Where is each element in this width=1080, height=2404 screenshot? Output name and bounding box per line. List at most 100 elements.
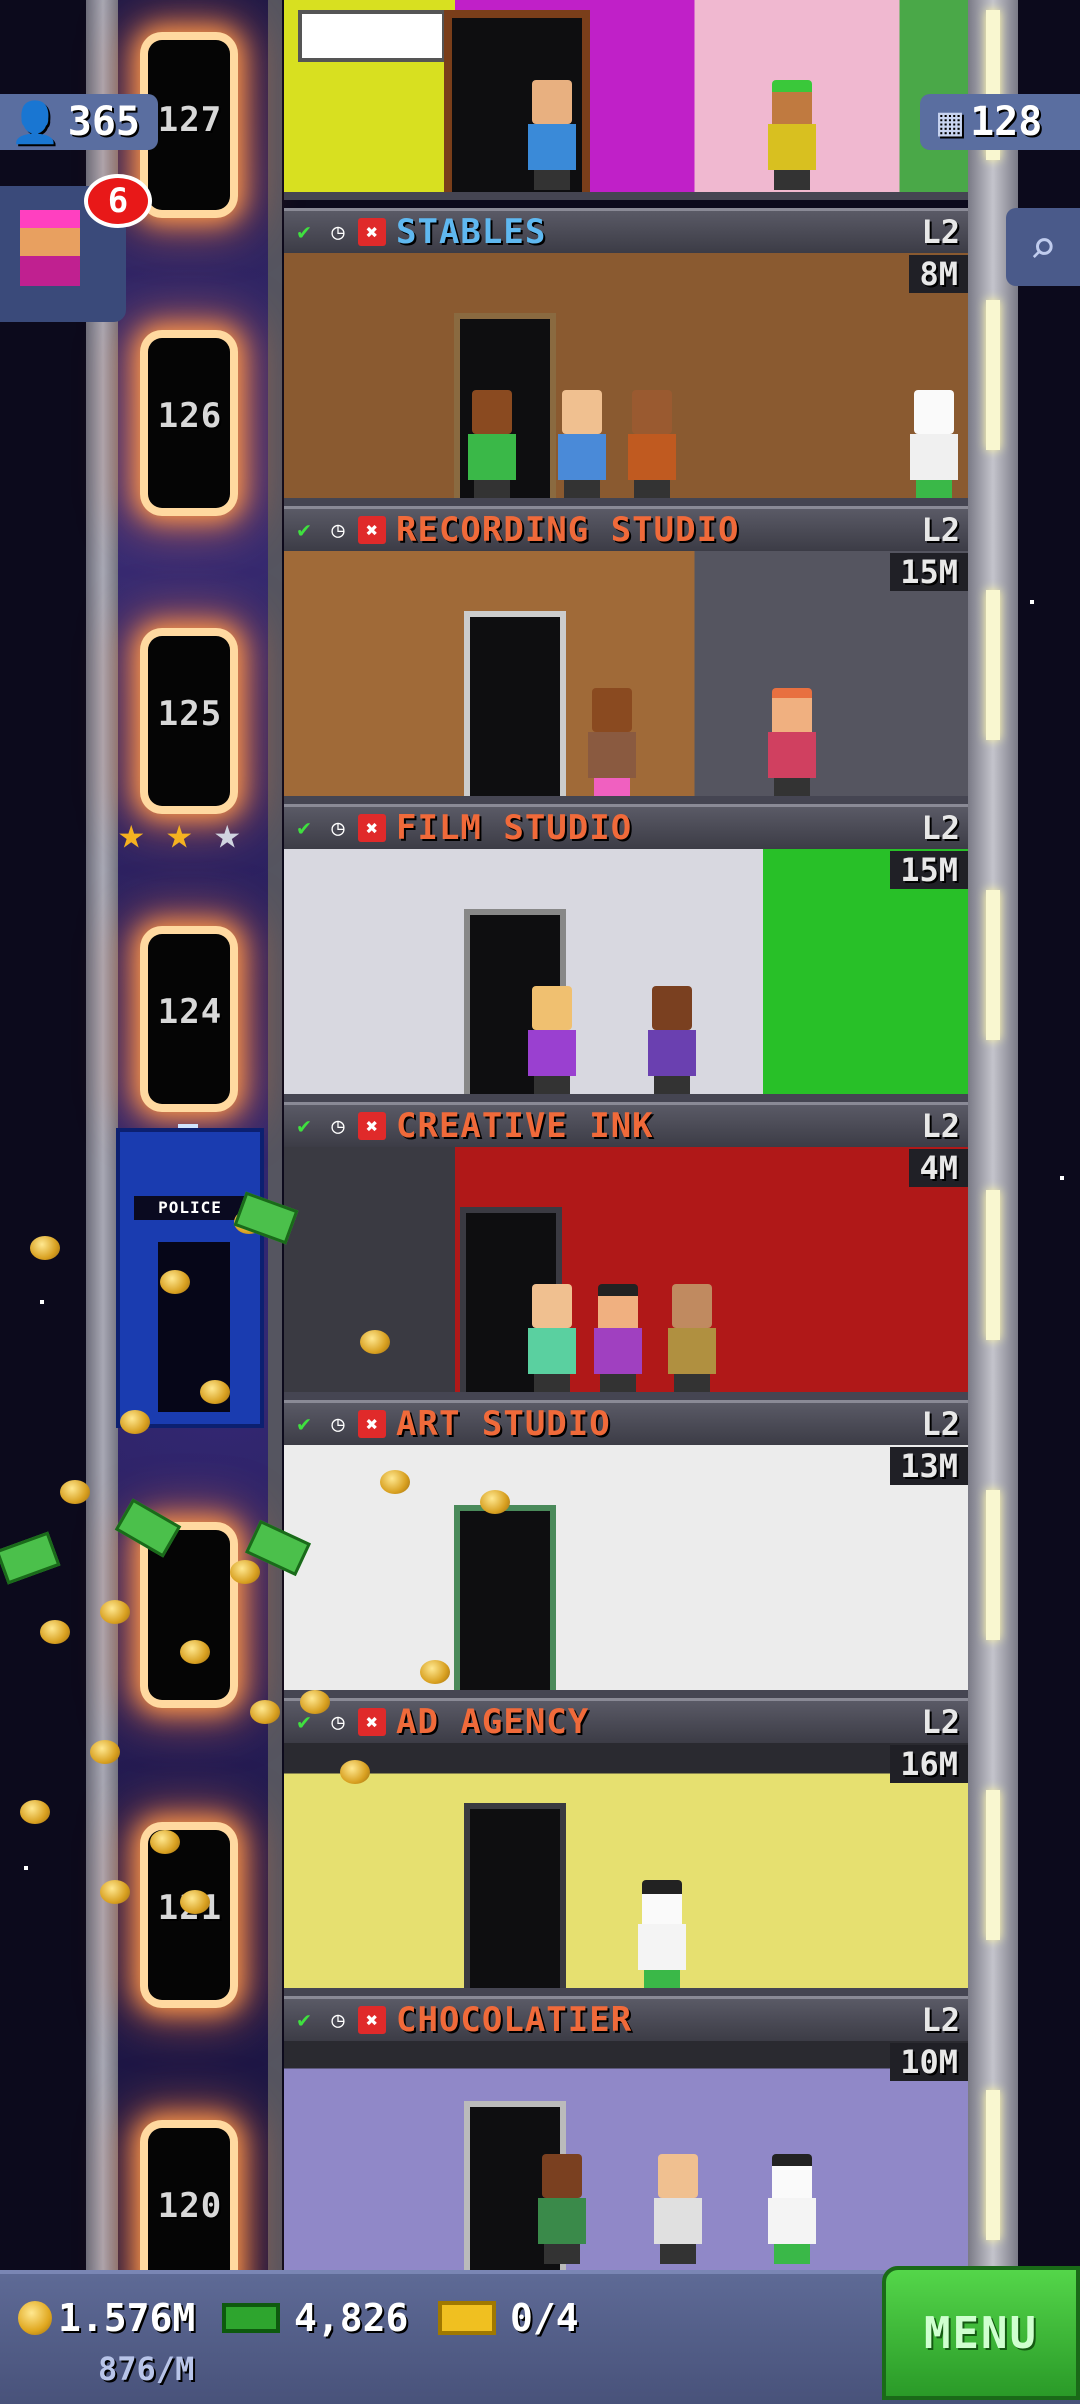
close-icon[interactable]: ✖ xyxy=(358,814,386,842)
floor-interior[interactable]: 4M xyxy=(284,1147,968,1400)
floor-name: RECORDING STUDIO xyxy=(396,510,740,550)
floor-header: ✔ ◷ ✖ AD AGENCY L2 xyxy=(284,1698,968,1743)
tenant[interactable] xyxy=(764,80,820,190)
close-icon[interactable]: ✖ xyxy=(358,1410,386,1438)
close-icon[interactable]: ✖ xyxy=(358,1708,386,1736)
clock-icon[interactable]: ◷ xyxy=(324,814,352,842)
floor-level: L2 xyxy=(921,809,960,847)
search-icon: ⌕ xyxy=(1029,220,1057,274)
floor-film-studio[interactable]: ✔ ◷ ✖ FILM STUDIO L2 15M xyxy=(284,804,968,1102)
floor-door xyxy=(464,1803,566,1996)
building-icon: ▦ xyxy=(938,99,963,145)
tenant[interactable] xyxy=(906,390,962,500)
population-badge[interactable]: 👤 365 xyxy=(0,94,158,150)
floor-stock: 15M xyxy=(890,553,968,591)
floor-door xyxy=(454,1505,556,1698)
floor-name: ART STUDIO xyxy=(396,1404,611,1444)
bux-icon xyxy=(222,2303,280,2333)
floor-number-120: 120 xyxy=(157,2186,223,2226)
floor-creative-ink[interactable]: ✔ ◷ ✖ CREATIVE INK L2 4M xyxy=(284,1102,968,1400)
bux-stat[interactable]: 4,826 xyxy=(222,2296,408,2340)
elevator-car[interactable]: POLICE xyxy=(116,1128,264,1428)
star-icon: ★ xyxy=(118,808,145,859)
floors-count: 128 xyxy=(970,99,1043,145)
floor-number-126: 126 xyxy=(157,396,223,436)
floor-header: ✔ ◷ ✖ STABLES L2 xyxy=(284,208,968,253)
menu-button[interactable]: MENU xyxy=(882,2266,1080,2400)
floor-name: AD AGENCY xyxy=(396,1702,590,1742)
close-icon[interactable]: ✖ xyxy=(358,516,386,544)
tenant[interactable] xyxy=(764,688,820,798)
floor-toy-shop[interactable] xyxy=(284,0,968,200)
floor-name: CREATIVE INK xyxy=(396,1106,654,1146)
search-button[interactable]: ⌕ xyxy=(1006,208,1080,286)
coins-stat[interactable]: 1.576M xyxy=(18,2296,195,2340)
close-icon[interactable]: ✖ xyxy=(358,1112,386,1140)
floor-rating: ★ ★ ★ xyxy=(118,812,258,856)
floor-number-125: 125 xyxy=(157,694,223,734)
star-icon: ★ xyxy=(166,808,193,859)
coins-rate: 876/M xyxy=(98,2350,195,2388)
tenant[interactable] xyxy=(634,1880,690,1990)
clock-icon[interactable]: ◷ xyxy=(324,1708,352,1736)
shaft-divider xyxy=(268,0,282,2270)
population-count: 365 xyxy=(67,99,140,145)
clock-icon[interactable]: ◷ xyxy=(324,1410,352,1438)
floor-name: FILM STUDIO xyxy=(396,808,633,848)
floor-name: CHOCOLATIER xyxy=(396,2000,633,2040)
tenant[interactable] xyxy=(664,1284,720,1394)
coin-icon xyxy=(18,2301,52,2335)
notification-badge: 6 xyxy=(84,174,152,228)
tenant[interactable] xyxy=(464,390,520,500)
floor-level: L2 xyxy=(921,511,960,549)
check-icon[interactable]: ✔ xyxy=(290,1112,318,1140)
tenant[interactable] xyxy=(534,2154,590,2264)
tenant[interactable] xyxy=(650,2154,706,2264)
floor-art-studio[interactable]: ✔ ◷ ✖ ART STUDIO L2 13M xyxy=(284,1400,968,1698)
floor-number-124: 124 xyxy=(157,992,223,1032)
close-icon[interactable]: ✖ xyxy=(358,218,386,246)
floor-interior[interactable]: 10M xyxy=(284,2041,968,2270)
tickets-value: 0/4 xyxy=(510,2296,579,2340)
floor-interior[interactable]: 15M xyxy=(284,551,968,804)
check-icon[interactable]: ✔ xyxy=(290,2006,318,2034)
floor-header: ✔ ◷ ✖ FILM STUDIO L2 xyxy=(284,804,968,849)
floor-stock: 15M xyxy=(890,851,968,889)
coins-value: 1.576M xyxy=(58,2296,196,2340)
shaft-left-pillar xyxy=(86,0,120,2270)
floor-interior[interactable]: 15M xyxy=(284,849,968,1102)
tenant[interactable] xyxy=(624,390,680,500)
tenant[interactable] xyxy=(584,688,640,798)
floor-recording-studio[interactable]: ✔ ◷ ✖ RECORDING STUDIO L2 15M xyxy=(284,506,968,804)
floor-ad-agency[interactable]: ✔ ◷ ✖ AD AGENCY L2 16M xyxy=(284,1698,968,1996)
tenant[interactable] xyxy=(644,986,700,1096)
clock-icon[interactable]: ◷ xyxy=(324,218,352,246)
tenant[interactable] xyxy=(524,1284,580,1394)
tickets-stat[interactable]: 0/4 xyxy=(438,2296,579,2340)
check-icon[interactable]: ✔ xyxy=(290,814,318,842)
star-icon: ★ xyxy=(214,808,241,859)
tenant[interactable] xyxy=(524,80,580,190)
floor-level: L2 xyxy=(921,2001,960,2039)
floor-stables[interactable]: ✔ ◷ ✖ STABLES L2 8M xyxy=(284,208,968,506)
floor-chocolatier[interactable]: ✔ ◷ ✖ CHOCOLATIER L2 10M xyxy=(284,1996,968,2270)
floor-interior[interactable]: 16M xyxy=(284,1743,968,1996)
tenant[interactable] xyxy=(764,2154,820,2264)
clock-icon[interactable]: ◷ xyxy=(324,516,352,544)
floor-stock: 8M xyxy=(909,255,968,293)
floor-header: ✔ ◷ ✖ CHOCOLATIER L2 xyxy=(284,1996,968,2041)
clock-icon[interactable]: ◷ xyxy=(324,1112,352,1140)
check-icon[interactable]: ✔ xyxy=(290,516,318,544)
tenant[interactable] xyxy=(590,1284,646,1394)
floor-door xyxy=(464,611,566,804)
tenant[interactable] xyxy=(524,986,580,1096)
floor-level: L2 xyxy=(921,213,960,251)
close-icon[interactable]: ✖ xyxy=(358,2006,386,2034)
tenant[interactable] xyxy=(554,390,610,500)
check-icon[interactable]: ✔ xyxy=(290,1410,318,1438)
floor-interior[interactable]: 8M xyxy=(284,253,968,506)
check-icon[interactable]: ✔ xyxy=(290,218,318,246)
floors-badge[interactable]: ▦ 128 xyxy=(920,94,1080,150)
clock-icon[interactable]: ◷ xyxy=(324,2006,352,2034)
floor-level: L2 xyxy=(921,1405,960,1443)
